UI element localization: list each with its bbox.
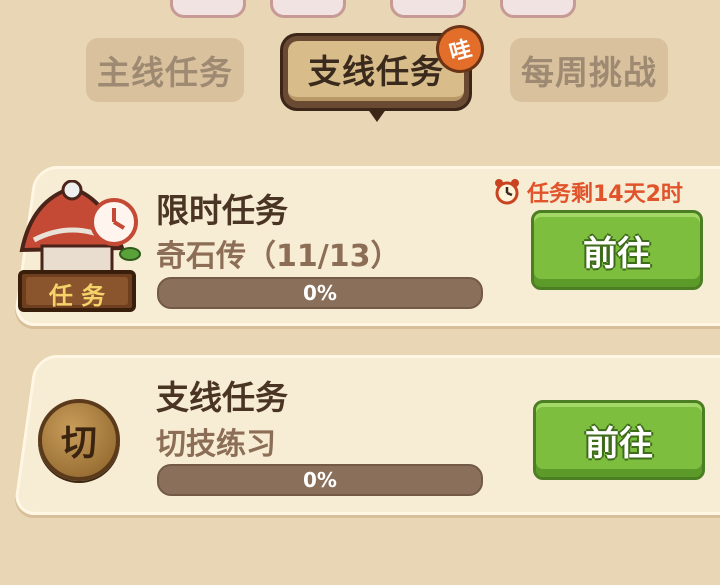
top-decoration [160,0,620,18]
task-tabs: 主线任务 支线任务 每周挑战 [0,36,720,128]
go-button[interactable]: 前往 [531,210,703,290]
progress-text: 0% [303,468,337,492]
tab-weekly-challenge[interactable]: 每周挑战 [510,38,668,102]
deco-blob [170,0,246,18]
task-progress-bar: 0% [157,277,483,309]
deco-blob [390,0,466,18]
task-subtitle: 切技练习 [156,427,276,462]
tab-main-quest[interactable]: 主线任务 [86,38,244,102]
task-icon-label: 任 务 [48,282,106,310]
cut-icon-label: 切 [60,423,97,464]
timer-text: 任务剩14天2时 [527,182,683,207]
cut-coin-icon: 切 [38,399,120,481]
go-button[interactable]: 前往 [533,400,705,480]
deco-blob [500,0,576,18]
task-house-icon: 任 务 [12,179,142,315]
time-remaining: 任务剩14天2时 [493,176,683,208]
active-tab-pointer [367,108,387,122]
progress-text: 0% [303,281,337,305]
task-progress-bar: 0% [157,464,483,496]
task-title: 限时任务 [156,191,288,230]
task-title: 支线任务 [156,378,288,417]
task-subtitle: 奇石传（11/13） [156,239,401,274]
alarm-clock-icon [495,179,519,205]
deco-blob [270,0,346,18]
